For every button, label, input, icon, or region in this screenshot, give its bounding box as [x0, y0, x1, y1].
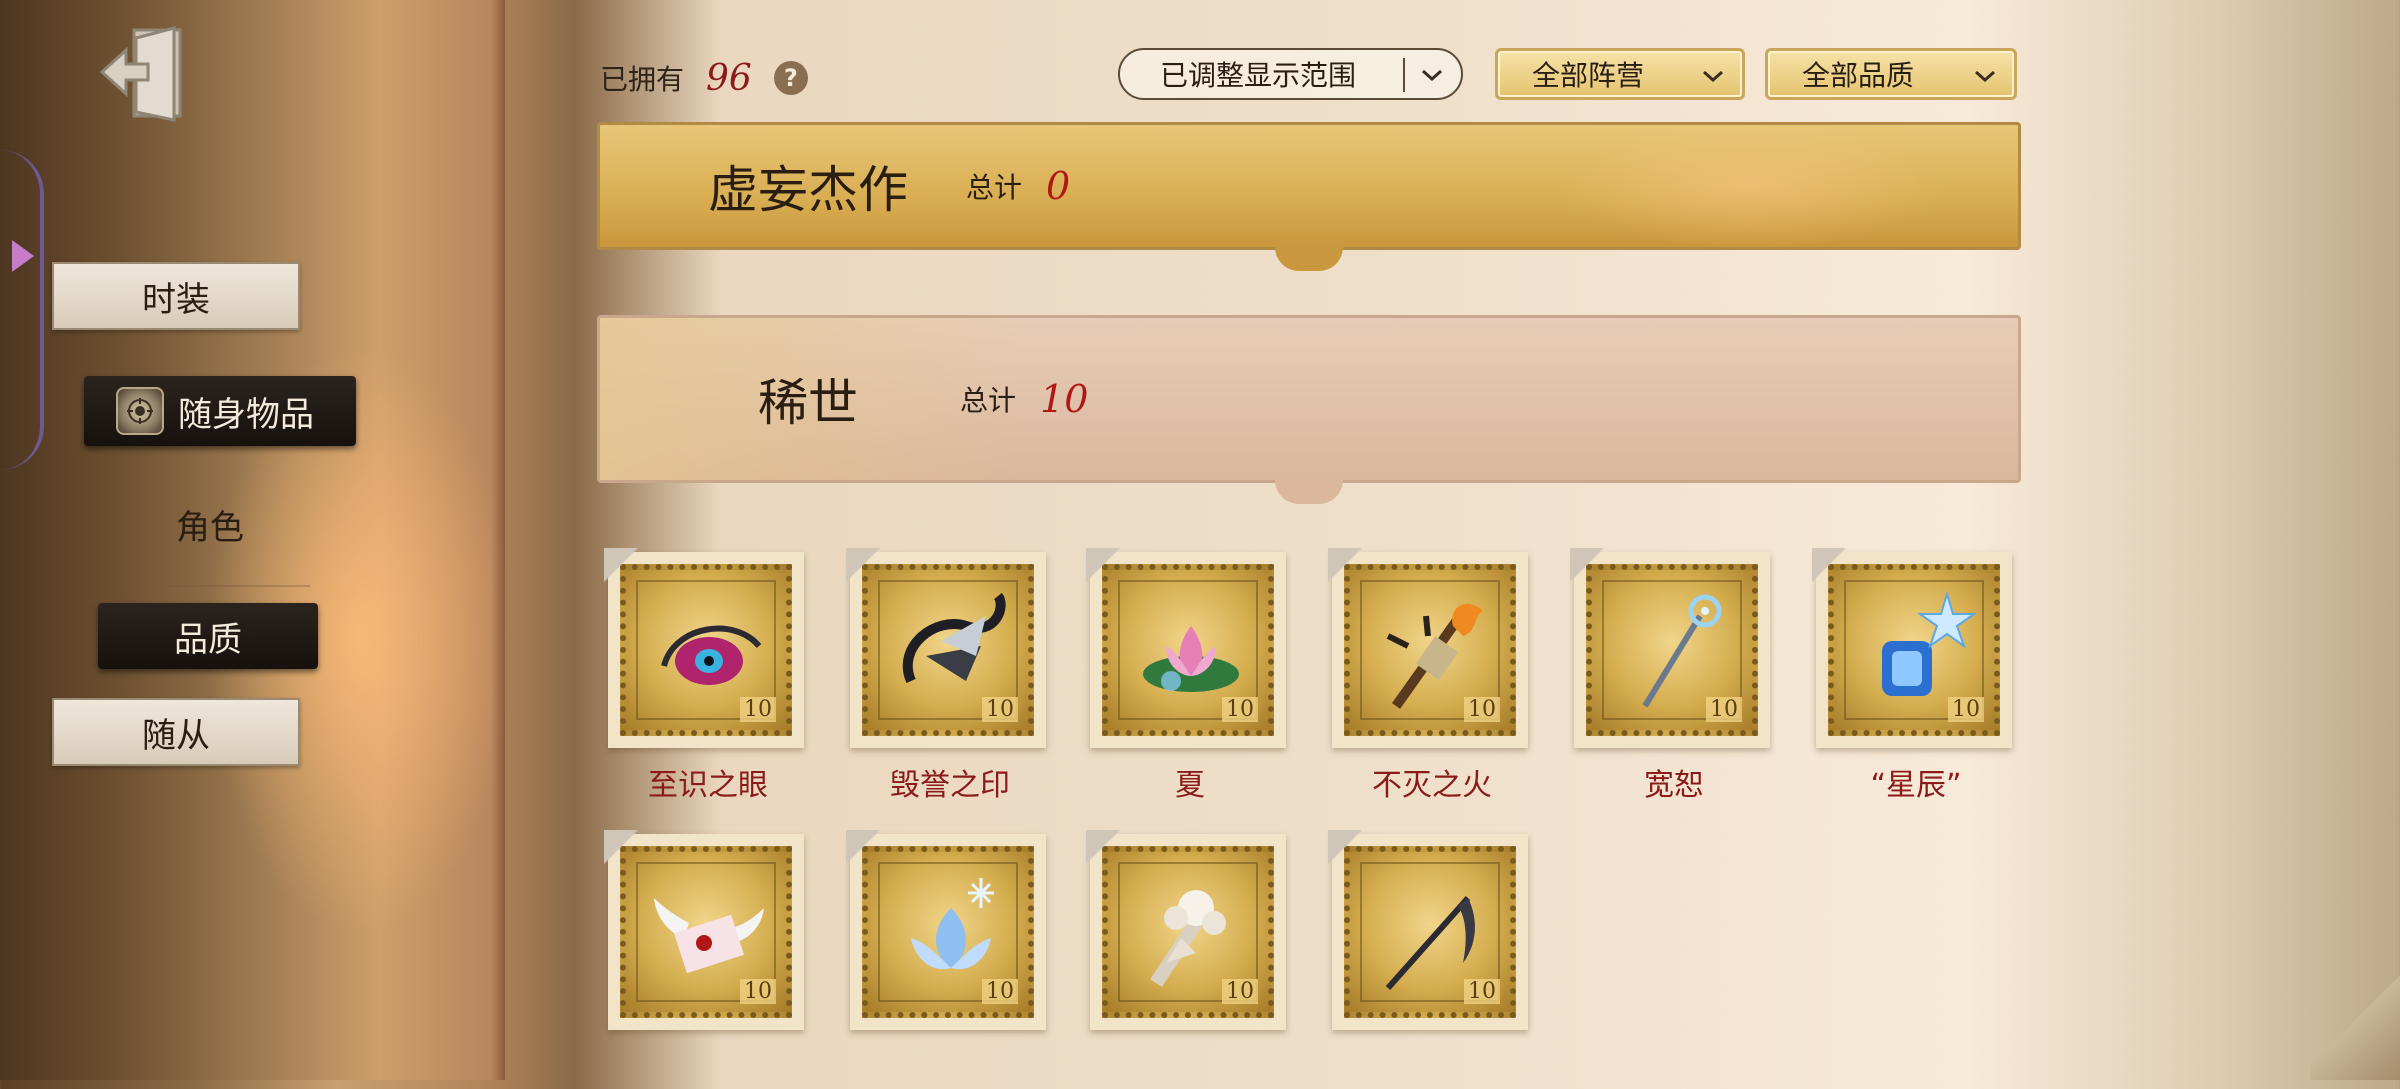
- section-title: 稀世: [758, 374, 858, 432]
- item-name: 夏: [1175, 768, 1205, 803]
- chevron-down-icon: [1422, 69, 1442, 82]
- item-name: 毁誉之印: [890, 768, 1010, 803]
- item-card[interactable]: 10 至识之眼: [604, 548, 808, 807]
- stamp-value: 10: [1948, 697, 1984, 722]
- stamp-corner: [846, 830, 880, 864]
- item-stamp: 10: [1812, 548, 2012, 748]
- nav-divider: [160, 585, 310, 587]
- stamp-corner: [1086, 548, 1120, 582]
- help-icon[interactable]: ?: [773, 61, 808, 95]
- nav-character-button[interactable]: 角色: [120, 492, 300, 556]
- stamp-value: 10: [982, 697, 1018, 722]
- section-total-count: 10: [1040, 377, 1089, 421]
- sidebar-accent-line: [0, 150, 44, 470]
- stamp-corner: [604, 548, 638, 582]
- stamp-value: 10: [740, 697, 776, 722]
- stamp-corner: [1086, 830, 1120, 864]
- owned-summary: 已拥有 96 ?: [600, 48, 808, 108]
- nav-follower-button[interactable]: 随从: [52, 698, 300, 766]
- display-range-dropdown[interactable]: 已调整显示范围: [1118, 48, 1463, 100]
- section-total-count: 0: [1046, 164, 1071, 208]
- stamp-corner: [1328, 830, 1362, 864]
- nav-quality-label: 品质: [174, 619, 242, 660]
- stamp-corner: [604, 830, 638, 864]
- item-stamp: 10: [1570, 548, 1770, 748]
- item-stamp: 10: [1328, 830, 1528, 1030]
- stamp-value: 10: [982, 979, 1018, 1004]
- item-name: 至识之眼: [648, 768, 768, 803]
- section-total-label: 总计: [960, 384, 1017, 417]
- item-name: “星辰”: [1870, 768, 1962, 803]
- item-name: 宽恕: [1644, 768, 1704, 803]
- stamp-value: 10: [1464, 697, 1500, 722]
- active-pointer-icon: [12, 240, 34, 272]
- faction-filter-label: 全部阵营: [1532, 59, 1645, 92]
- left-sidebar: 时装 随身物品 角色 品质 随从: [0, 0, 505, 1080]
- faction-filter-dropdown[interactable]: 全部阵营: [1495, 48, 1745, 100]
- item-stamp: 10: [604, 548, 804, 748]
- exit-door-icon[interactable]: [96, 20, 196, 125]
- item-card[interactable]: 10: [1328, 830, 1532, 1089]
- nav-character-label: 角色: [176, 507, 244, 548]
- stamp-corner: [846, 548, 880, 582]
- section-banner-masterpiece[interactable]: 虚妄杰作 总计 0: [597, 122, 2021, 271]
- item-card[interactable]: 10 毁誉之印: [846, 548, 1050, 807]
- section-title: 虚妄杰作: [708, 161, 908, 219]
- item-card[interactable]: 10: [1086, 830, 1290, 1089]
- nav-accessories-button[interactable]: 随身物品: [84, 376, 356, 446]
- item-card[interactable]: 10 不灭之火: [1328, 548, 1532, 807]
- item-card[interactable]: 10 宽恕: [1570, 548, 1774, 807]
- owned-label: 已拥有: [600, 63, 685, 96]
- item-card[interactable]: 10 夏: [1086, 548, 1290, 807]
- nav-follower-label: 随从: [142, 715, 210, 756]
- display-range-label: 已调整显示范围: [1160, 59, 1357, 92]
- paper-corner-curl: [2310, 960, 2400, 1080]
- stamp-corner: [1570, 548, 1604, 582]
- owned-count: 96: [706, 57, 752, 99]
- nav-accessories-label: 随身物品: [178, 394, 314, 435]
- item-stamp: 10: [846, 830, 1046, 1030]
- stamp-corner: [1328, 548, 1362, 582]
- item-card[interactable]: 10: [604, 830, 808, 1089]
- chevron-down-icon: [1703, 70, 1723, 83]
- section-banner-rare[interactable]: 稀世 总计 10: [597, 315, 2021, 504]
- nav-fashion-label: 时装: [142, 279, 210, 320]
- item-name: 不灭之火: [1372, 768, 1492, 803]
- item-stamp: 10: [604, 830, 804, 1030]
- section-total-label: 总计: [966, 171, 1023, 204]
- stamp-value: 10: [740, 979, 776, 1004]
- stamp-value: 10: [1222, 697, 1258, 722]
- quality-filter-label: 全部品质: [1802, 59, 1915, 92]
- item-stamp: 10: [846, 548, 1046, 748]
- stamp-corner: [1812, 548, 1846, 582]
- quality-filter-dropdown[interactable]: 全部品质: [1765, 48, 2017, 100]
- dropdown-separator: [1403, 58, 1405, 92]
- nav-quality-button[interactable]: 品质: [98, 603, 318, 669]
- item-stamp: 10: [1086, 830, 1286, 1030]
- item-card[interactable]: 10: [846, 830, 1050, 1089]
- item-stamp: 10: [1328, 548, 1528, 748]
- nav-fashion-button[interactable]: 时装: [52, 262, 300, 330]
- item-stamp: 10: [1086, 548, 1286, 748]
- stamp-value: 10: [1706, 697, 1742, 722]
- chevron-down-icon: [1975, 70, 1995, 83]
- stamp-value: 10: [1464, 979, 1500, 1004]
- shield-emblem-icon: [116, 387, 164, 435]
- stamp-value: 10: [1222, 979, 1258, 1004]
- item-card[interactable]: 10 “星辰”: [1812, 548, 2016, 807]
